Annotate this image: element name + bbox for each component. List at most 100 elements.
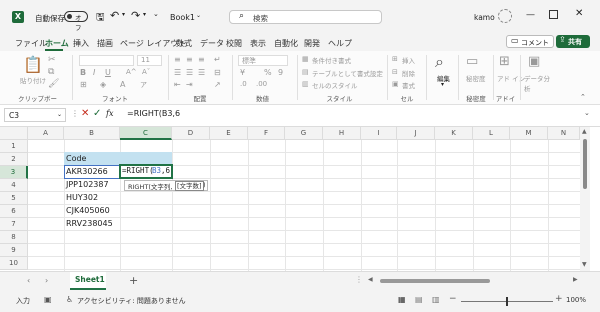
menu-file[interactable]: ファイル: [15, 38, 47, 49]
zoom-level[interactable]: 100%: [566, 296, 586, 304]
insert-button[interactable]: 挿入: [402, 55, 415, 65]
cell-style-button[interactable]: セルのスタイル: [312, 80, 358, 90]
ribbon-collapse-icon[interactable]: ⌃: [580, 93, 586, 101]
formula-expand-icon[interactable]: ⌄: [584, 109, 590, 117]
menu-formulas[interactable]: 数式: [176, 38, 192, 49]
hscroll-thumb[interactable]: [380, 279, 490, 283]
user-name[interactable]: kamo: [474, 13, 495, 22]
comma-icon[interactable]: 9: [278, 68, 283, 77]
currency-icon[interactable]: ¥: [240, 68, 245, 77]
column-header-l[interactable]: L: [473, 127, 510, 140]
italic-button[interactable]: I: [93, 68, 95, 77]
undo-dropdown-icon[interactable]: ▾: [122, 11, 125, 18]
share-button[interactable]: ⇪ 共有: [556, 35, 590, 48]
row-header-5[interactable]: 5: [0, 192, 28, 205]
column-header-f[interactable]: F: [248, 127, 285, 140]
copy-icon[interactable]: ⧉: [48, 67, 54, 77]
redo-icon[interactable]: ↷: [131, 9, 140, 22]
wrap-text-icon[interactable]: ↵: [214, 55, 221, 64]
redo-dropdown-icon[interactable]: ▾: [143, 11, 146, 18]
number-format-select[interactable]: 標準: [238, 55, 288, 66]
column-header-h[interactable]: H: [323, 127, 361, 140]
format-icon[interactable]: ▣: [392, 80, 399, 88]
column-header-m[interactable]: M: [510, 127, 548, 140]
paste-icon[interactable]: 📋: [23, 55, 43, 74]
sensitivity-button[interactable]: 秘密度: [466, 73, 486, 83]
scroll-down-icon[interactable]: ▼: [582, 261, 587, 268]
vertical-scrollbar[interactable]: ▲ ▼: [580, 127, 590, 271]
column-header-j[interactable]: J: [397, 127, 435, 140]
zoom-in-icon[interactable]: +: [555, 294, 563, 304]
row-header-9[interactable]: 9: [0, 244, 28, 257]
delete-button[interactable]: 削除: [402, 68, 415, 78]
insert-function-button[interactable]: fx: [106, 109, 113, 118]
maximize-icon[interactable]: [549, 10, 558, 19]
data-analysis-button[interactable]: データ分析: [524, 73, 552, 93]
column-header-i[interactable]: I: [361, 127, 397, 140]
add-sheet-button[interactable]: +: [129, 274, 138, 287]
macro-record-icon[interactable]: ▣: [44, 295, 52, 304]
phonetic-icon[interactable]: ア: [140, 80, 147, 90]
fill-color-icon[interactable]: ◈: [100, 80, 106, 89]
align-middle-icon[interactable]: ≡: [186, 55, 193, 64]
percent-icon[interactable]: %: [264, 68, 272, 77]
view-page-break-icon[interactable]: ▥: [432, 295, 440, 304]
column-header-g[interactable]: G: [285, 127, 323, 140]
bold-button[interactable]: B: [80, 68, 86, 77]
merge-icon[interactable]: ⊟: [214, 68, 221, 77]
align-left-icon[interactable]: ☰: [174, 68, 181, 77]
view-page-layout-icon[interactable]: ▤: [415, 295, 423, 304]
indent-icon[interactable]: ⇤: [174, 80, 181, 89]
active-cell-c3[interactable]: =RIGHT( B3 ,6: [119, 164, 173, 179]
addin-icon[interactable]: ⊞: [499, 54, 510, 69]
menu-developer[interactable]: 開発: [304, 38, 320, 49]
sensitivity-icon[interactable]: ▭: [466, 54, 478, 69]
row-header-1[interactable]: 1: [0, 140, 28, 153]
hscroll-left-icon[interactable]: ◀: [368, 276, 373, 283]
insert-icon[interactable]: ⊞: [392, 55, 398, 63]
menu-help[interactable]: ヘルプ: [328, 38, 352, 49]
qat-customize-icon[interactable]: ⌄: [153, 10, 159, 18]
cell-b4[interactable]: JPP102387: [66, 178, 109, 191]
data-analysis-icon[interactable]: ▣: [528, 54, 540, 69]
autosave-toggle[interactable]: オフ: [64, 11, 88, 32]
row-header-7[interactable]: 7: [0, 218, 28, 231]
table-format-icon[interactable]: ▤: [302, 68, 309, 76]
paste-label[interactable]: 貼り付け: [20, 75, 46, 85]
spreadsheet-grid[interactable]: A B C D E F G H I J K L M N 1 2 3 4 5 6 …: [0, 127, 600, 271]
font-color-icon[interactable]: A: [120, 80, 125, 89]
cond-format-icon[interactable]: ▦: [302, 55, 309, 63]
table-format-button[interactable]: テーブルとして書式設定: [312, 68, 383, 78]
column-header-n[interactable]: N: [548, 127, 580, 140]
border-icon[interactable]: ⊞: [80, 80, 87, 89]
align-right-icon[interactable]: ☰: [198, 68, 205, 77]
horizontal-scrollbar[interactable]: ◀ ▶: [368, 276, 583, 285]
font-name-select[interactable]: [79, 55, 134, 66]
column-header-e[interactable]: E: [210, 127, 248, 140]
increase-decimal-icon[interactable]: .0: [240, 80, 247, 88]
column-header-b[interactable]: B: [64, 127, 120, 140]
confirm-entry-icon[interactable]: ✓: [93, 108, 101, 119]
menu-data[interactable]: データ: [200, 38, 224, 49]
tooltip-active-arg[interactable]: [文字数]: [175, 181, 204, 191]
cut-icon[interactable]: ✂: [48, 55, 56, 65]
zoom-slider[interactable]: [461, 297, 553, 306]
menu-review[interactable]: 校閲: [226, 38, 242, 49]
orientation-icon[interactable]: ↗: [214, 80, 221, 89]
scroll-up-icon[interactable]: ▲: [582, 128, 587, 135]
cell-style-icon[interactable]: ▥: [302, 80, 309, 88]
underline-button[interactable]: U: [105, 68, 111, 77]
cell-b2[interactable]: Code: [66, 152, 86, 165]
find-icon[interactable]: ⌕: [435, 52, 444, 72]
minimize-icon[interactable]: —: [526, 10, 535, 20]
font-grow-icon[interactable]: A^: [126, 68, 137, 76]
font-size-select[interactable]: 11: [137, 55, 162, 66]
name-box[interactable]: C3 ⌄: [4, 108, 66, 122]
cell-b7[interactable]: RRV238045: [66, 217, 113, 230]
view-normal-icon[interactable]: ▦: [398, 295, 406, 304]
row-header-3[interactable]: 3: [0, 166, 28, 179]
cancel-entry-icon[interactable]: ✕: [81, 108, 89, 119]
menu-draw[interactable]: 描画: [97, 38, 113, 49]
row-header-10[interactable]: 10: [0, 257, 28, 270]
row-header-4[interactable]: 4: [0, 179, 28, 192]
